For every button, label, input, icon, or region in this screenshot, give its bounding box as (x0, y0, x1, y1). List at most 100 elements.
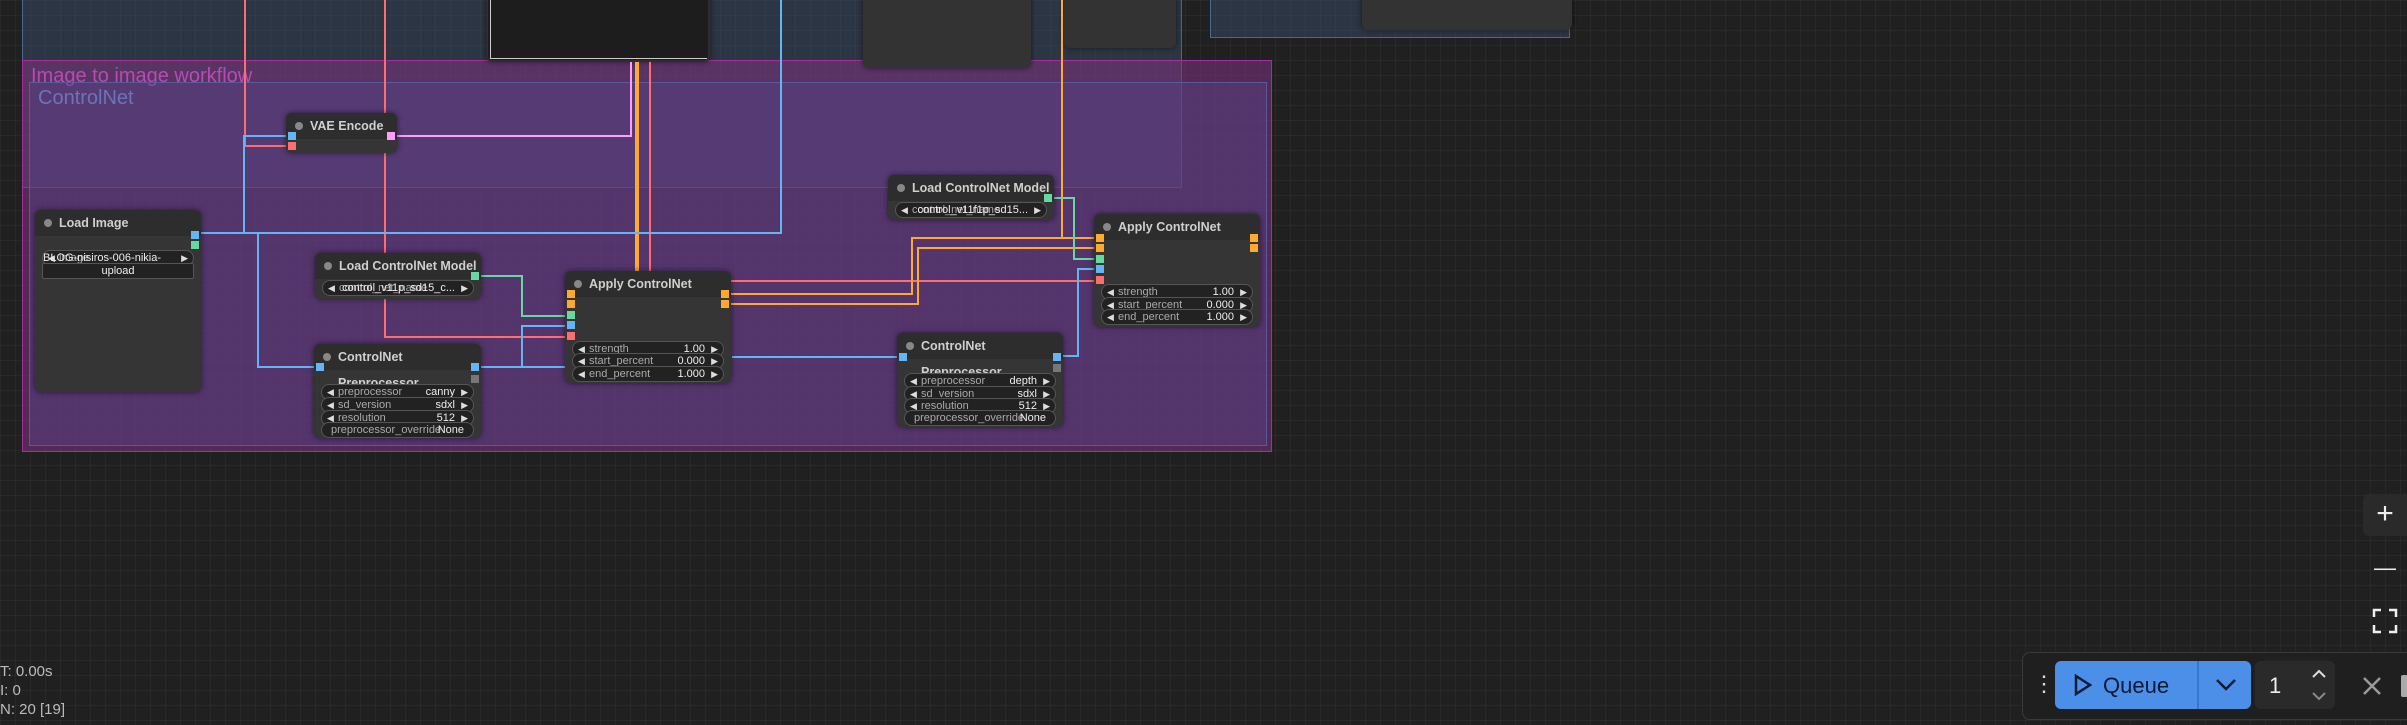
right-arrow-icon[interactable]: ▶ (1240, 310, 1247, 324)
widget-value: 1.000 (1206, 311, 1234, 323)
apply-controlnet-node-1[interactable]: Apply ControlNet ◀ strength 1.00 ▶ ◀ sta… (565, 271, 731, 383)
negative-output-slot[interactable] (721, 300, 729, 308)
preprocessor-override-widget[interactable]: preprocessor_override None (904, 410, 1056, 426)
increment-icon[interactable] (2311, 669, 2327, 679)
vae-link-1 (244, 0, 291, 147)
queue-button[interactable]: Queue (2055, 661, 2251, 709)
widget-label: end_percent (1118, 311, 1180, 323)
zoom-out-button[interactable]: — (2363, 548, 2407, 590)
load-controlnet-model-header[interactable]: Load ControlNet Model (888, 175, 1054, 201)
stat-time: T: 0.00s (0, 663, 53, 680)
image-link-5 (521, 325, 570, 367)
plus-icon: + (2376, 497, 2394, 530)
stat-nodes: N: 20 [19] (0, 701, 66, 718)
fit-view-button[interactable] (2363, 600, 2407, 642)
image-input-slot[interactable] (316, 363, 324, 371)
mask-output-slot[interactable] (1053, 364, 1061, 372)
control-net-name-widget[interactable]: ◀ control_net_name control_v11f1p_sd15..… (895, 202, 1047, 218)
apply-controlnet-header[interactable]: Apply ControlNet (565, 271, 731, 297)
vae-encode-node[interactable]: VAE Encode (286, 113, 397, 153)
left-arrow-icon[interactable]: ◀ (328, 281, 335, 295)
controlnet-preprocessor-header[interactable]: ControlNet Preprocessor (314, 344, 481, 390)
load-controlnet-model-node-2[interactable]: Load ControlNet Model ◀ control_net_name… (888, 175, 1054, 220)
latent-output-slot[interactable] (387, 132, 395, 140)
minus-icon: — (2374, 555, 2396, 580)
widget-label: preprocessor_override (914, 412, 1025, 424)
end-percent-widget[interactable]: ◀ end_percent 1.000 ▶ (1101, 309, 1253, 325)
left-arrow-icon[interactable]: ◀ (578, 367, 585, 381)
node-title: Load Image (59, 216, 129, 230)
stop-button[interactable] (2401, 675, 2407, 697)
end-percent-widget[interactable]: ◀ end_percent 1.000 ▶ (572, 366, 724, 382)
vae-input-slot[interactable] (1096, 276, 1104, 284)
right-arrow-icon[interactable]: ▶ (461, 281, 468, 295)
node-title: VAE Encode (310, 119, 384, 133)
control-net-input-slot[interactable] (1096, 255, 1104, 263)
apply-controlnet-header[interactable]: Apply ControlNet (1094, 214, 1260, 240)
image-output-slot[interactable] (471, 363, 479, 371)
right-arrow-icon[interactable]: ▶ (1034, 203, 1041, 217)
image-input-slot[interactable] (567, 321, 575, 329)
right-arrow-icon[interactable]: ▶ (711, 367, 718, 381)
decrement-icon[interactable] (2311, 691, 2327, 701)
pixels-input-slot[interactable] (288, 132, 296, 140)
drag-handle-icon[interactable]: ⋮ (2033, 671, 2055, 697)
cancel-queue-icon[interactable] (2361, 675, 2383, 697)
load-controlnet-model-header[interactable]: Load ControlNet Model (315, 253, 481, 279)
image-input-slot[interactable] (899, 353, 907, 361)
apply-controlnet-node-2[interactable]: Apply ControlNet ◀ strength 1.00 ▶ ◀ sta… (1094, 214, 1260, 327)
mask-output-slot[interactable] (191, 241, 199, 249)
controlnet-link-1 (478, 275, 570, 317)
image-input-slot[interactable] (1096, 265, 1104, 273)
vae-encode-header[interactable]: VAE Encode (286, 113, 397, 139)
load-controlnet-model-node-1[interactable]: Load ControlNet Model ◀ control_net_name… (315, 253, 481, 299)
negative-input-slot[interactable] (1096, 244, 1104, 252)
controlnet-output-slot[interactable] (471, 272, 479, 280)
left-arrow-icon[interactable]: ◀ (901, 203, 908, 217)
queue-label: Queue (2103, 673, 2170, 698)
node-title: Load ControlNet Model (912, 181, 1050, 195)
positive-input-slot[interactable] (1096, 234, 1104, 242)
controlnet-output-slot[interactable] (1044, 194, 1052, 202)
zoom-in-button[interactable]: + (2363, 494, 2407, 536)
widget-value: None (1019, 412, 1046, 424)
chevron-down-icon[interactable] (2215, 678, 2237, 692)
play-icon (2074, 674, 2093, 696)
positive-output-slot[interactable] (1250, 234, 1258, 242)
load-image-node[interactable]: Load Image ◀ image BLOG-nisiros-006-niki… (35, 210, 201, 392)
image-link-1 (197, 0, 782, 234)
latent-link (393, 62, 632, 137)
collapse-dot-icon[interactable] (44, 219, 52, 227)
image-output-slot[interactable] (1053, 353, 1061, 361)
vae-input-slot[interactable] (288, 142, 296, 150)
collapse-dot-icon[interactable] (323, 353, 331, 361)
conditioning-link-3 (728, 237, 1098, 295)
collapse-dot-icon[interactable] (574, 280, 582, 288)
controlnet-preprocessor-node-2[interactable]: ControlNet Preprocessor ◀ preprocessor d… (897, 333, 1063, 427)
image-output-slot[interactable] (191, 231, 199, 239)
widget-value: 1.000 (677, 368, 705, 380)
positive-output-slot[interactable] (721, 290, 729, 298)
widget-value: control_v11f1p_sd15... (917, 204, 1028, 216)
positive-input-slot[interactable] (567, 290, 575, 298)
vae-input-slot[interactable] (567, 332, 575, 340)
collapse-dot-icon[interactable] (906, 342, 914, 350)
left-arrow-icon[interactable]: ◀ (1107, 310, 1114, 324)
controlnet-preprocessor-node-1[interactable]: ControlNet Preprocessor ◀ preprocessor c… (314, 344, 481, 438)
negative-output-slot[interactable] (1250, 244, 1258, 252)
preprocessor-override-widget[interactable]: preprocessor_override None (321, 422, 474, 438)
control-net-input-slot[interactable] (567, 311, 575, 319)
controlnet-preprocessor-header[interactable]: ControlNet Preprocessor (897, 333, 1063, 379)
control-net-name-widget[interactable]: ◀ control_net_name control_v11p_sd15_c..… (322, 280, 474, 296)
collapse-dot-icon[interactable] (897, 184, 905, 192)
collapse-dot-icon[interactable] (324, 262, 332, 270)
collapse-dot-icon[interactable] (295, 122, 303, 130)
load-image-header[interactable]: Load Image (35, 210, 201, 236)
negative-input-slot[interactable] (567, 300, 575, 308)
collapse-dot-icon[interactable] (1103, 223, 1111, 231)
node-title: Apply ControlNet (1118, 220, 1221, 234)
queue-count-input[interactable]: 1 (2255, 661, 2335, 709)
stat-iterations: I: 0 (0, 682, 21, 699)
upload-button[interactable]: upload (42, 263, 194, 279)
mask-output-slot[interactable] (471, 375, 479, 383)
